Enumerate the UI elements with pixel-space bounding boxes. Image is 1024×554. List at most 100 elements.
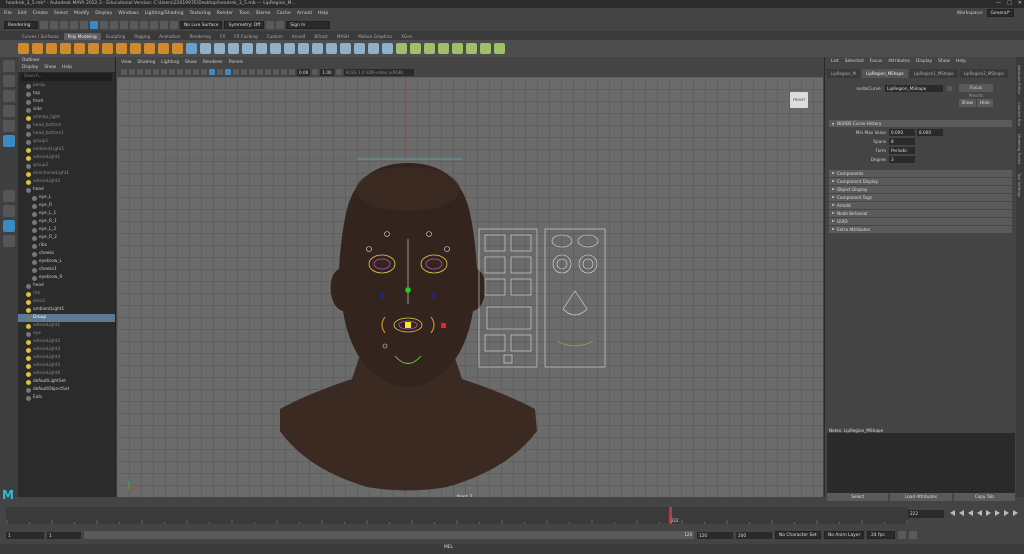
xray-icon[interactable] xyxy=(273,69,279,75)
redo-icon[interactable] xyxy=(80,21,88,29)
attr-field-value[interactable]: 0.000 xyxy=(889,128,915,136)
outliner-row[interactable]: defaultLightSet xyxy=(18,378,115,386)
right-tab-attribute-editor[interactable]: Attribute Editor xyxy=(1017,65,1022,94)
field-chart-icon[interactable] xyxy=(185,69,191,75)
scale-tool-icon[interactable] xyxy=(3,135,15,147)
outliner-search-input[interactable]: Search... xyxy=(21,73,112,81)
bevel-icon[interactable] xyxy=(284,43,295,54)
close-icon[interactable]: ✕ xyxy=(1018,0,1022,8)
uv-editor-icon[interactable] xyxy=(396,43,407,54)
menu-file[interactable]: File xyxy=(4,11,12,16)
viewport-menu-renderer[interactable]: Renderer xyxy=(203,59,223,67)
shelf-tab-curves-surfaces[interactable]: Curves / Surfaces xyxy=(18,33,63,40)
outliner-row[interactable]: eye xyxy=(18,330,115,338)
outliner-row[interactable]: eye_L_2 xyxy=(18,226,115,234)
select-component-icon[interactable] xyxy=(110,21,118,29)
unfold-icon[interactable] xyxy=(438,43,449,54)
attr-tab-lipregion-mshape[interactable]: LipRegion_MShape xyxy=(862,69,908,78)
select-tool-icon[interactable] xyxy=(3,60,15,72)
svg-icon[interactable] xyxy=(172,43,183,54)
outliner-row[interactable]: group2 xyxy=(18,162,115,170)
load-attributes-button[interactable]: Load Attributes xyxy=(890,493,952,501)
poly-cube-icon[interactable] xyxy=(32,43,43,54)
outliner-row[interactable]: ribs xyxy=(18,242,115,250)
anti-aliasing-icon[interactable] xyxy=(257,69,263,75)
outliner-menu-display[interactable]: Display xyxy=(22,64,38,72)
snap-view-icon[interactable] xyxy=(150,21,158,29)
poly-sphere-icon[interactable] xyxy=(18,43,29,54)
maximize-icon[interactable]: □ xyxy=(1007,0,1012,8)
poly-torus-icon[interactable] xyxy=(74,43,85,54)
boolean-icon[interactable] xyxy=(228,43,239,54)
attr-menu-attributes[interactable]: Attributes xyxy=(888,57,910,66)
section-components[interactable]: Components xyxy=(829,170,1012,177)
four-pane-layout-icon[interactable] xyxy=(3,205,15,217)
menu-edit[interactable]: Edit xyxy=(18,11,27,16)
offset-edge-icon[interactable] xyxy=(368,43,379,54)
poly-pipe-icon[interactable] xyxy=(130,43,141,54)
menu-select[interactable]: Select xyxy=(54,11,68,16)
sign-in-dropdown[interactable]: Sign In xyxy=(286,21,331,29)
multi-cut-icon[interactable] xyxy=(326,43,337,54)
image-plane-icon[interactable] xyxy=(145,69,151,75)
menu-create[interactable]: Create xyxy=(33,11,48,16)
step-forward-frame-icon[interactable] xyxy=(995,510,1000,516)
menu-texturing[interactable]: Texturing xyxy=(190,11,211,16)
bridge-icon[interactable] xyxy=(270,43,281,54)
outliner-row[interactable]: cheeks1 xyxy=(18,266,115,274)
outliner-menu-show[interactable]: Show xyxy=(44,64,56,72)
range-slider-bar[interactable]: 120 xyxy=(84,531,694,539)
menu-lighting-shading[interactable]: Lighting/Shading xyxy=(145,11,184,16)
outliner-row[interactable]: eyebrow_R xyxy=(18,274,115,282)
menu-toon[interactable]: Toon xyxy=(239,11,250,16)
outliner-row[interactable]: directionalLight1 xyxy=(18,170,115,178)
character-set-dropdown[interactable]: No Character Set xyxy=(775,531,821,539)
fps-dropdown[interactable]: 24 fps xyxy=(867,531,895,539)
poly-helix-icon[interactable] xyxy=(144,43,155,54)
outliner-layout-icon[interactable] xyxy=(3,220,15,232)
append-polygon-icon[interactable] xyxy=(312,43,323,54)
outliner-row[interactable]: side xyxy=(18,106,115,114)
node-nav-icon[interactable] xyxy=(947,85,952,91)
outliner-row[interactable]: rim xyxy=(18,290,115,298)
attr-tab-lipregion2-mshape[interactable]: LipRegion2_MShape xyxy=(959,69,1008,78)
platonic-solid-icon[interactable] xyxy=(116,43,127,54)
outliner-row[interactable]: head_bottom1 xyxy=(18,130,115,138)
menu-windows[interactable]: Windows xyxy=(118,11,139,16)
shelf-tab-animation[interactable]: Animation xyxy=(155,33,184,40)
shadows-icon[interactable] xyxy=(233,69,239,75)
attr-tab-lipregion-m[interactable]: LipRegion_M xyxy=(827,69,861,78)
view-transform-dropdown[interactable]: ACES 1.0 SDR-video (sRGB) xyxy=(343,68,414,76)
command-language-label[interactable]: MEL xyxy=(444,545,453,550)
notes-textarea[interactable] xyxy=(827,433,1015,493)
camera-attributes-icon[interactable] xyxy=(129,69,135,75)
right-tab-modeling-toolkit[interactable]: Modeling Toolkit xyxy=(1017,134,1022,165)
outliner-row[interactable]: persp xyxy=(18,82,115,90)
gate-mask-icon[interactable] xyxy=(177,69,183,75)
right-tab-channel-box[interactable]: Channel Box xyxy=(1017,102,1022,126)
attr-tab-lipregion1-mshape[interactable]: LipRegion1_MShape xyxy=(909,69,958,78)
select-object-icon[interactable] xyxy=(100,21,108,29)
copy-tab-button[interactable]: Copy Tab xyxy=(953,493,1015,501)
textured-icon[interactable] xyxy=(217,69,223,75)
outliner-row[interactable]: eyebrow_L xyxy=(18,258,115,266)
outliner-row[interactable]: area1 xyxy=(18,298,115,306)
viewport-menu-show[interactable]: Show xyxy=(185,59,197,67)
playback-start-field[interactable]: 1 xyxy=(47,531,81,539)
resolution-gate-icon[interactable] xyxy=(169,69,175,75)
outliner-row[interactable]: Eats xyxy=(18,394,115,402)
snap-curve-icon[interactable] xyxy=(130,21,138,29)
shelf-tab-poly-modeling[interactable]: Poly Modeling xyxy=(63,33,101,40)
exposure-field[interactable]: 0.00 xyxy=(297,68,311,76)
combine-icon[interactable] xyxy=(186,43,197,54)
hide-button[interactable]: Hide xyxy=(976,99,993,107)
show-button[interactable]: Show xyxy=(959,99,976,107)
anim-layer-dropdown[interactable]: No Anim Layer xyxy=(824,531,864,539)
poly-cylinder-icon[interactable] xyxy=(46,43,57,54)
new-scene-icon[interactable] xyxy=(40,21,48,29)
minimize-icon[interactable]: — xyxy=(996,0,1001,8)
shelf-tab-fx[interactable]: FX xyxy=(216,33,229,40)
motion-blur-icon[interactable] xyxy=(249,69,255,75)
shelf-tab-rigging[interactable]: Rigging xyxy=(130,33,154,40)
modeling-toolkit-icon[interactable] xyxy=(266,21,275,29)
